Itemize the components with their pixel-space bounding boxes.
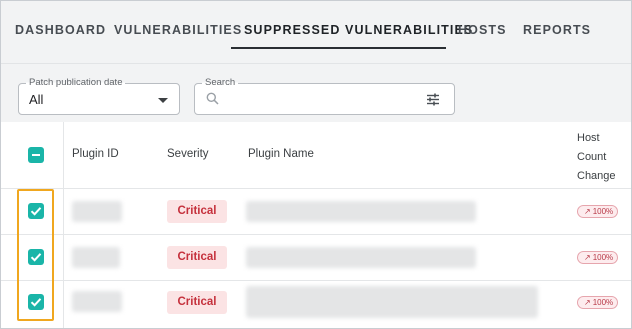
row-checkbox[interactable]	[28, 203, 44, 219]
severity-badge: Critical	[167, 200, 227, 223]
select-all-checkbox[interactable]	[28, 147, 44, 163]
row-checkbox[interactable]	[28, 294, 44, 310]
checkbox-column-divider	[63, 122, 64, 328]
redacted-plugin-name	[246, 247, 476, 268]
redacted-plugin-id	[72, 247, 120, 268]
redacted-plugin-id	[72, 291, 122, 312]
top-navigation: DASHBOARD VULNERABILITIES SUPPRESSED VUL…	[1, 1, 631, 64]
arrow-up-right-icon: ↗	[584, 298, 591, 307]
patch-date-value: All	[29, 92, 44, 107]
row-divider	[1, 234, 631, 235]
patch-date-label: Patch publication date	[26, 77, 126, 88]
app-window: DASHBOARD VULNERABILITIES SUPPRESSED VUL…	[0, 0, 632, 329]
row-divider	[1, 188, 631, 189]
tab-hosts[interactable]: HOSTS	[458, 23, 507, 37]
severity-badge: Critical	[167, 291, 227, 314]
chevron-down-icon	[158, 98, 168, 103]
tab-suppressed-vulnerabilities[interactable]: SUPPRESSED VULNERABILITIES	[244, 23, 473, 37]
search-label: Search	[202, 77, 239, 88]
host-count-change-badge: ↗ 100%	[577, 296, 618, 309]
host-count-change-badge: ↗ 100%	[577, 251, 618, 264]
search-field[interactable]: Search	[194, 77, 455, 115]
host-count-change-badge: ↗ 100%	[577, 205, 618, 218]
header-line-host: Host	[577, 132, 600, 144]
column-header-host-count-change[interactable]: Host Count Change	[577, 129, 616, 186]
header-line-count: Count	[577, 151, 607, 163]
suppressed-vulnerabilities-table: Plugin ID Severity Plugin Name Host Coun…	[1, 122, 631, 328]
search-input[interactable]	[225, 90, 415, 108]
change-value: 100%	[592, 207, 614, 216]
change-value: 100%	[592, 298, 614, 307]
tab-reports[interactable]: REPORTS	[523, 23, 591, 37]
row-checkbox[interactable]	[28, 249, 44, 265]
patch-publication-date-select[interactable]: Patch publication date All	[18, 77, 180, 115]
column-header-plugin-name[interactable]: Plugin Name	[248, 148, 314, 160]
tab-dashboard[interactable]: DASHBOARD	[15, 23, 106, 37]
arrow-up-right-icon: ↗	[584, 253, 591, 262]
severity-badge: Critical	[167, 246, 227, 269]
redacted-plugin-id	[72, 201, 122, 222]
tab-vulnerabilities[interactable]: VULNERABILITIES	[114, 23, 242, 37]
column-header-plugin-id[interactable]: Plugin ID	[72, 148, 119, 160]
arrow-up-right-icon: ↗	[584, 207, 591, 216]
filter-sliders-icon[interactable]	[426, 93, 440, 111]
redacted-plugin-name	[246, 286, 538, 318]
search-icon	[206, 92, 219, 110]
redacted-plugin-name	[246, 201, 476, 222]
column-header-severity[interactable]: Severity	[167, 148, 209, 160]
row-divider	[1, 280, 631, 281]
filter-bar: Patch publication date All Search	[1, 64, 631, 122]
change-value: 100%	[592, 253, 614, 262]
active-tab-indicator	[231, 47, 446, 49]
header-line-change: Change	[577, 170, 616, 182]
